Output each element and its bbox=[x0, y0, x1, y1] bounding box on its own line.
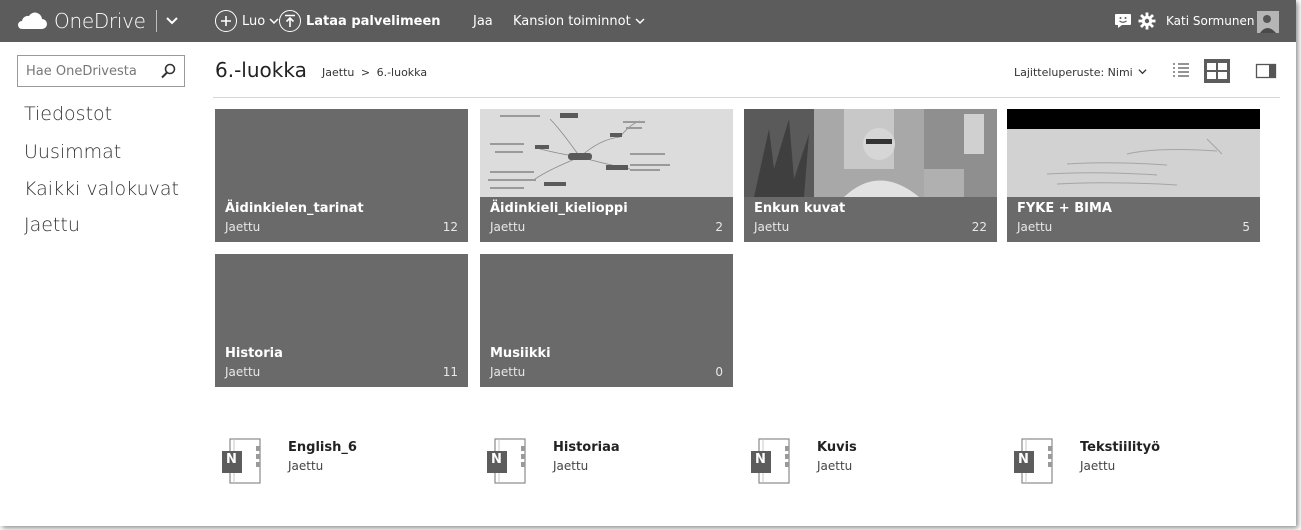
search-icon[interactable] bbox=[160, 63, 176, 79]
notebook-item[interactable]: N Kuvis Jaettu bbox=[744, 438, 984, 488]
share-label: Jaa bbox=[473, 13, 493, 29]
notebook-icon-letter: N bbox=[491, 452, 502, 467]
sort-label: Lajitteluperuste: Nimi bbox=[1014, 66, 1133, 79]
page-title: 6.-luokka bbox=[215, 58, 307, 82]
notebook-shared-label: Jaettu bbox=[288, 459, 324, 473]
folder-shared-label: Jaettu bbox=[1017, 220, 1053, 234]
folder-tile[interactable]: Musiikki Jaettu 0 bbox=[480, 254, 733, 387]
folder-tile[interactable]: FYKE + BIMA Jaettu 5 bbox=[1007, 109, 1260, 242]
notebook-name: Tekstiilityö bbox=[1080, 440, 1160, 455]
folder-item-count: 5 bbox=[1242, 220, 1250, 234]
folder-tile[interactable]: Äidinkielen_tarinat Jaettu 12 bbox=[215, 109, 468, 242]
folder-item-count: 2 bbox=[715, 220, 723, 234]
sort-dropdown[interactable]: Lajitteluperuste: Nimi bbox=[1014, 66, 1147, 79]
search-input[interactable] bbox=[18, 56, 148, 86]
upload-button[interactable]: Lataa palvelimeen bbox=[279, 0, 441, 42]
folder-shared-label: Jaettu bbox=[225, 365, 261, 379]
tile-info: Äidinkieli_kielioppi Jaettu 2 bbox=[480, 197, 733, 242]
mindmap-thumbnail bbox=[480, 109, 733, 197]
plus-circle-icon bbox=[215, 10, 237, 32]
breadcrumb-root[interactable]: Jaettu bbox=[322, 66, 354, 79]
nav-item-recent[interactable]: Uusimmat bbox=[24, 141, 121, 163]
app-name: OneDrive bbox=[54, 9, 146, 33]
folder-shared-label: Jaettu bbox=[490, 365, 526, 379]
folder-shared-label: Jaettu bbox=[754, 220, 790, 234]
folder-name: FYKE + BIMA bbox=[1017, 201, 1112, 216]
folder-actions-button[interactable]: Kansion toiminnot bbox=[513, 0, 645, 42]
whiteboard-thumbnail bbox=[1007, 109, 1260, 197]
notebook-icon-letter: N bbox=[1018, 452, 1029, 467]
onedrive-window: OneDrive Luo Lataa palvelimeen Jaa Kansi… bbox=[0, 0, 1296, 526]
folder-name: Historia bbox=[225, 346, 283, 361]
folder-name: Musiikki bbox=[490, 346, 551, 361]
photo-thumbnail bbox=[744, 109, 997, 197]
chevron-down-icon bbox=[269, 18, 279, 25]
nav-item-shared[interactable]: Jaettu bbox=[24, 214, 80, 236]
upload-label: Lataa palvelimeen bbox=[306, 13, 441, 29]
list-view-icon[interactable] bbox=[1170, 60, 1192, 82]
create-label: Luo bbox=[242, 13, 266, 29]
tile-info: Äidinkielen_tarinat Jaettu 12 bbox=[215, 197, 468, 242]
notebook-shared-label: Jaettu bbox=[1080, 459, 1116, 473]
avatar[interactable] bbox=[1257, 11, 1279, 33]
breadcrumb-separator: > bbox=[360, 66, 371, 79]
notebook-shared-label: Jaettu bbox=[817, 459, 853, 473]
notebook-icon-letter: N bbox=[755, 452, 766, 467]
nav-item-all-photos[interactable]: Kaikki valokuvat bbox=[24, 178, 179, 200]
notebook-icon-letter: N bbox=[226, 452, 237, 467]
user-name[interactable]: Kati Sormunen bbox=[1166, 0, 1254, 42]
chevron-down-icon bbox=[1138, 69, 1147, 75]
folder-shared-label: Jaettu bbox=[225, 220, 261, 234]
tile-view-icon[interactable] bbox=[1204, 59, 1230, 83]
folder-shared-label: Jaettu bbox=[490, 220, 526, 234]
chevron-down-icon bbox=[635, 18, 645, 25]
tile-info: FYKE + BIMA Jaettu 5 bbox=[1007, 197, 1260, 242]
folder-tile[interactable]: Historia Jaettu 11 bbox=[215, 254, 468, 387]
notebook-item[interactable]: N English_6 Jaettu bbox=[215, 438, 455, 488]
tile-info: Historia Jaettu 11 bbox=[215, 342, 468, 387]
notebook-item[interactable]: N Historiaa Jaettu bbox=[480, 438, 720, 488]
notebook-name: Kuvis bbox=[817, 440, 857, 455]
folder-item-count: 12 bbox=[442, 220, 458, 234]
folder-item-count: 0 bbox=[715, 365, 723, 379]
user-photo bbox=[1257, 11, 1279, 33]
folder-actions-label: Kansion toiminnot bbox=[513, 13, 631, 29]
upload-circle-icon bbox=[279, 10, 301, 32]
folder-tile[interactable]: Enkun kuvat Jaettu 22 bbox=[744, 109, 997, 242]
notebook-shared-label: Jaettu bbox=[553, 459, 589, 473]
tile-info: Enkun kuvat Jaettu 22 bbox=[744, 197, 997, 242]
details-pane-icon[interactable] bbox=[1255, 60, 1277, 82]
notebook-item[interactable]: N Tekstiilityö Jaettu bbox=[1007, 438, 1247, 488]
breadcrumb: Jaettu > 6.-luokka bbox=[322, 66, 427, 79]
tile-info: Musiikki Jaettu 0 bbox=[480, 342, 733, 387]
breadcrumb-current: 6.-luokka bbox=[376, 66, 428, 79]
search-box[interactable] bbox=[17, 55, 185, 87]
chevron-down-icon[interactable] bbox=[165, 14, 179, 28]
notebook-name: English_6 bbox=[288, 440, 357, 455]
create-button[interactable]: Luo bbox=[215, 0, 279, 42]
folder-item-count: 11 bbox=[442, 365, 458, 379]
folder-name: Äidinkieli_kielioppi bbox=[490, 201, 628, 216]
gear-icon[interactable] bbox=[1138, 12, 1156, 30]
header-divider bbox=[213, 97, 1280, 98]
folder-name: Enkun kuvat bbox=[754, 201, 846, 216]
folder-name: Äidinkielen_tarinat bbox=[225, 201, 364, 216]
top-bar: OneDrive Luo Lataa palvelimeen Jaa Kansi… bbox=[0, 0, 1296, 42]
cloud-icon bbox=[18, 12, 47, 30]
nav-item-files[interactable]: Tiedostot bbox=[24, 103, 112, 125]
folder-item-count: 22 bbox=[971, 220, 987, 234]
brand[interactable]: OneDrive bbox=[14, 0, 179, 42]
folder-tile[interactable]: Äidinkieli_kielioppi Jaettu 2 bbox=[480, 109, 733, 242]
share-button[interactable]: Jaa bbox=[473, 0, 493, 42]
notebook-name: Historiaa bbox=[553, 440, 620, 455]
brand-separator bbox=[155, 10, 157, 32]
smiley-feedback-icon[interactable] bbox=[1114, 13, 1132, 29]
